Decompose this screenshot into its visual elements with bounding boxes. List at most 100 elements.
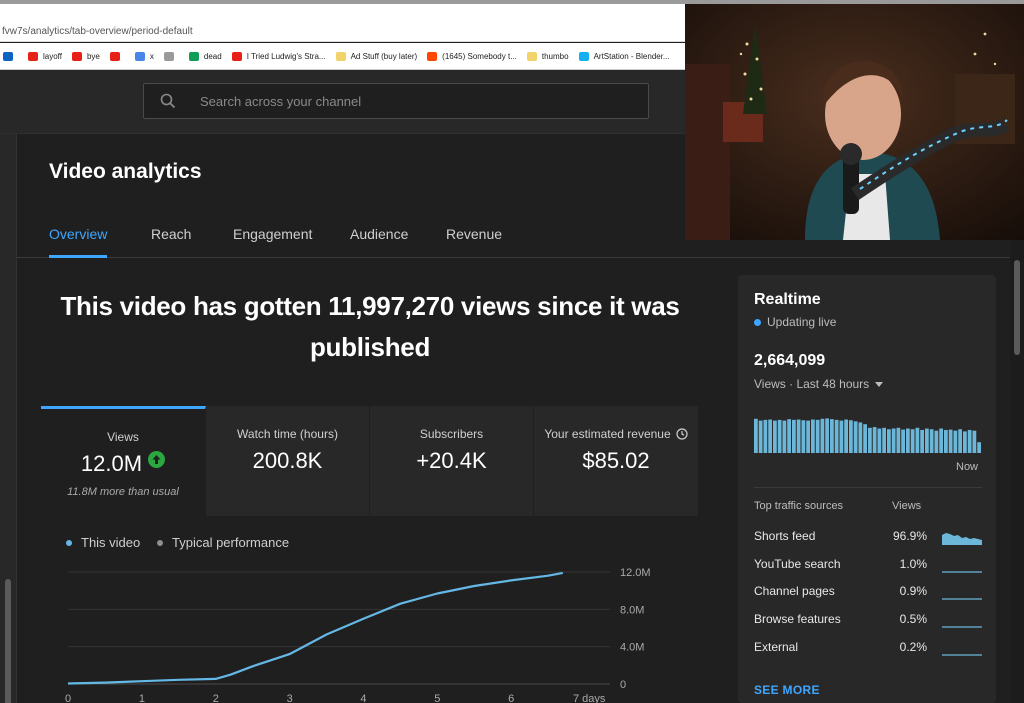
traffic-source-row[interactable]: Channel pages 0.9%: [754, 584, 982, 604]
bookmark-label: dead: [203, 51, 222, 61]
metric-card-watch-time[interactable]: Watch time (hours) 200.8K: [206, 406, 370, 516]
realtime-bar: [782, 420, 787, 453]
webcam-overlay: [685, 4, 1024, 240]
legend-item-typical-performance[interactable]: Typical performance: [157, 535, 289, 550]
traffic-source-pct: 1.0%: [899, 556, 927, 571]
legend-item-this-video[interactable]: This video: [66, 535, 140, 550]
tab-audience[interactable]: Audience: [350, 226, 408, 242]
y-tick-label: 8.0M: [620, 604, 644, 616]
realtime-count: 2,664,099: [754, 352, 826, 369]
realtime-bar: [758, 420, 763, 453]
traffic-source-row[interactable]: External 0.2%: [754, 640, 982, 660]
traffic-source-name: Shorts feed: [754, 529, 816, 543]
tab-reach[interactable]: Reach: [151, 226, 191, 242]
traffic-source-name: Browse features: [754, 612, 841, 627]
page-title: Video analytics: [49, 160, 202, 183]
bookmark-item[interactable]: ArtStation - Blender...: [578, 51, 670, 61]
realtime-bar: [901, 429, 905, 453]
tab-revenue[interactable]: Revenue: [446, 226, 502, 242]
series-line-this-video[interactable]: [67, 571, 564, 685]
realtime-bar: [977, 442, 981, 453]
traffic-sparkline: [942, 654, 982, 656]
realtime-bar: [777, 419, 782, 453]
metric-card-subscribers[interactable]: Subscribers +20.4K: [370, 406, 534, 516]
see-more-link[interactable]: SEE MORE: [754, 683, 820, 697]
x-tick-label: 2: [213, 693, 219, 703]
bookmark-label: I Tried Ludwig's Stra...: [246, 51, 326, 61]
realtime-bar: [972, 430, 977, 453]
views-chart[interactable]: 12.0M 8.0M 4.0M 0 0 1 2 3 4 5 6 7 days: [40, 555, 680, 703]
realtime-bar: [929, 429, 934, 453]
artstation-icon: [578, 51, 589, 61]
realtime-bar: [787, 419, 791, 453]
y-tick-label: 12.0M: [620, 567, 651, 579]
tab-engagement[interactable]: Engagement: [233, 226, 312, 242]
bookmark-item[interactable]: (1645) Somebody t...: [427, 51, 517, 61]
x-tick-label: 5: [434, 693, 440, 703]
scrollbar-thumb[interactable]: [1014, 260, 1020, 355]
realtime-period-dropdown[interactable]: Views · Last 48 hours: [754, 377, 884, 391]
realtime-bar: [915, 427, 920, 453]
realtime-bar: [858, 422, 863, 453]
realtime-bar: [796, 419, 801, 453]
bookmark-item[interactable]: layoff: [28, 51, 62, 61]
traffic-source-row[interactable]: YouTube search 1.0%: [754, 557, 982, 577]
search-input[interactable]: Search across your channel: [200, 94, 361, 109]
realtime-bar: [925, 428, 929, 453]
bookmark-item[interactable]: Ad Stuff (buy later): [335, 51, 417, 61]
bookmark-item[interactable]: bye: [71, 51, 100, 61]
page-scrollbar[interactable]: [1010, 240, 1024, 703]
metric-label: Your estimated revenue: [534, 427, 698, 441]
bookmark-item[interactable]: x: [134, 51, 154, 61]
traffic-sparkline: [942, 598, 982, 600]
bookmark-item[interactable]: dead: [188, 51, 222, 61]
realtime-bar: [806, 420, 810, 453]
bookmark-item[interactable]: [109, 51, 125, 61]
realtime-bar: [863, 424, 867, 453]
reddit-icon: [427, 51, 438, 61]
bookmark-item[interactable]: [3, 51, 18, 61]
traffic-source-pct: 0.2%: [899, 639, 927, 654]
metric-value-text: 12.0M: [80, 451, 143, 476]
x-tick-label: 1: [139, 693, 145, 703]
realtime-bar: [768, 419, 772, 453]
tab-overview[interactable]: Overview: [49, 226, 107, 242]
realtime-bar-chart[interactable]: [754, 415, 982, 453]
traffic-sparkline: [942, 533, 982, 545]
caret-down-icon: [875, 381, 884, 387]
address-bar[interactable]: fvw7s/analytics/tab-overview/period-defa…: [0, 4, 690, 42]
traffic-source-name: External: [754, 639, 799, 654]
realtime-bar: [815, 419, 820, 453]
realtime-bar: [887, 429, 891, 453]
search-box[interactable]: Search across your channel: [143, 83, 649, 119]
realtime-bar: [934, 430, 939, 453]
realtime-bar: [801, 420, 806, 453]
realtime-bar: [820, 418, 825, 453]
traffic-source-row[interactable]: Browse features 0.5%: [754, 612, 982, 632]
youtube-icon: [28, 51, 38, 61]
bookmark-item[interactable]: I Tried Ludwig's Stra...: [231, 51, 326, 61]
metric-value: $85.02: [582, 448, 650, 473]
realtime-bar: [825, 418, 829, 453]
url-text[interactable]: fvw7s/analytics/tab-overview/period-defa…: [2, 26, 193, 37]
metric-card-views[interactable]: Views 12.0M 11.8M more than usual: [41, 406, 206, 516]
realtime-bar: [754, 418, 758, 453]
realtime-bar: [920, 429, 924, 453]
sidebar-scrollbar[interactable]: [5, 579, 11, 703]
bookmark-label: bye: [86, 51, 100, 61]
bookmark-item[interactable]: thumbo: [526, 51, 569, 61]
legend-dot: [66, 539, 72, 546]
realtime-now-label: Now: [956, 461, 979, 473]
legend-dot: [157, 539, 163, 546]
traffic-source-row[interactable]: Shorts feed 96.9%: [754, 529, 982, 549]
screen: fvw7s/analytics/tab-overview/period-defa…: [0, 0, 1024, 703]
realtime-bar: [877, 428, 882, 453]
metric-card-revenue[interactable]: Your estimated revenue $85.02: [534, 406, 698, 516]
bookmark-label: x: [149, 51, 154, 61]
realtime-bar: [939, 428, 943, 453]
clock-icon[interactable]: [676, 428, 688, 440]
docs-icon: [134, 51, 145, 61]
x-tick-label: 4: [360, 693, 366, 703]
realtime-bar: [834, 419, 839, 453]
bookmark-item[interactable]: [163, 51, 179, 61]
